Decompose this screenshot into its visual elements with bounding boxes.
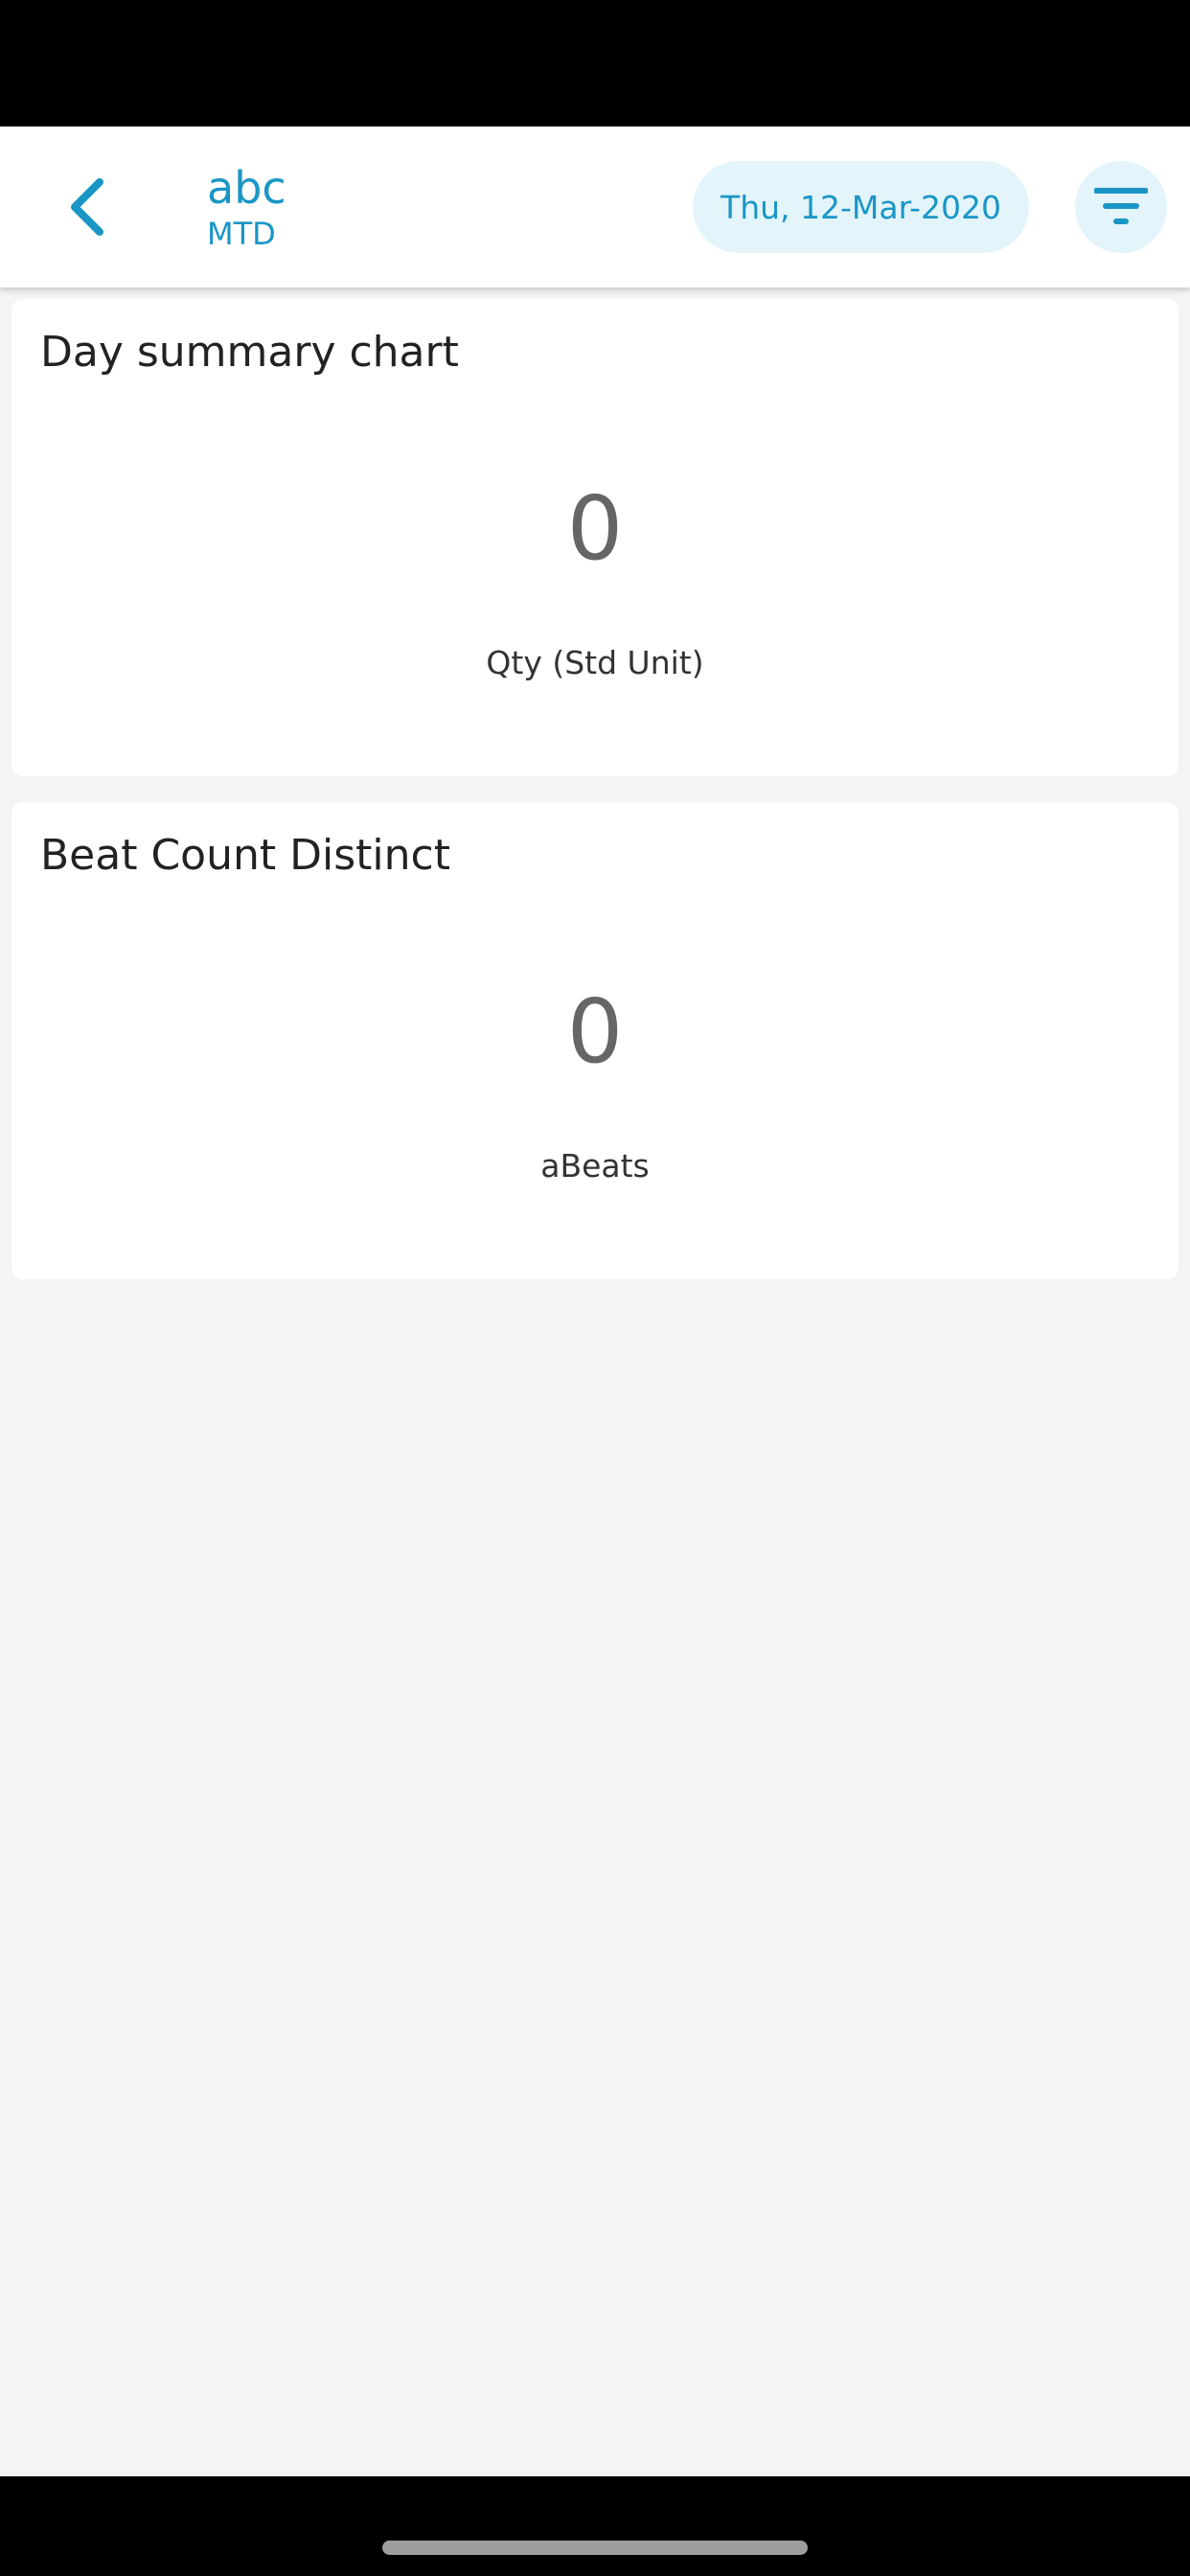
app-header: abc MTD Thu, 12-Mar-2020 (0, 126, 1190, 288)
back-button[interactable] (46, 167, 126, 247)
card-label: aBeats (540, 1147, 650, 1184)
home-indicator[interactable] (382, 2541, 808, 2555)
navigation-bar (0, 2476, 1190, 2576)
title-block: abc MTD (207, 161, 286, 253)
card-title: Beat Count Distinct (40, 831, 450, 880)
card-title: Day summary chart (40, 328, 459, 377)
page-title: abc (207, 162, 286, 214)
card-value: 0 (566, 980, 624, 1083)
summary-card-day[interactable]: Day summary chart 0 Qty (Std Unit) (11, 299, 1179, 776)
card-label: Qty (Std Unit) (486, 644, 704, 681)
status-bar (0, 0, 1190, 126)
card-value: 0 (566, 477, 624, 580)
summary-card-beat-count[interactable]: Beat Count Distinct 0 aBeats (11, 802, 1179, 1279)
chevron-left-icon (71, 178, 103, 236)
date-selector-button[interactable]: Thu, 12-Mar-2020 (693, 161, 1029, 253)
filter-icon (1094, 188, 1148, 224)
filter-button[interactable] (1075, 161, 1167, 253)
page-subtitle: MTD (207, 216, 276, 252)
